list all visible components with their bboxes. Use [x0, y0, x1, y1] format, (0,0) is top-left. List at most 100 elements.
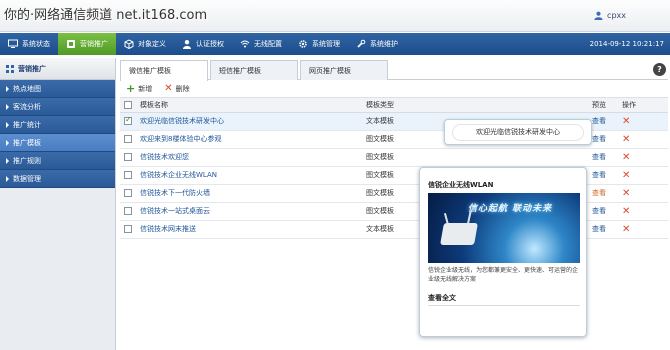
delete-button[interactable]: ✕ 删除 [164, 82, 189, 94]
select-all-cell[interactable] [120, 98, 136, 113]
datetime: 2014-09-12 10:21:17 [589, 40, 664, 48]
router-graphic [440, 223, 478, 245]
column-header-name: 模板名称 [136, 98, 362, 113]
nav-item-marketing[interactable]: 营销推广 [58, 33, 116, 55]
tab-bar: 微信推广模板 短信推广模板 网页推广模板 ? [120, 60, 668, 81]
nav-item-object-definition[interactable]: 对象定义 [116, 33, 174, 55]
wrench-icon [357, 39, 366, 48]
gear-icon [299, 40, 307, 48]
column-header-type: 模板类型 [362, 98, 588, 113]
nav-label: 系统状态 [22, 40, 50, 48]
delete-row-icon[interactable]: ✕ [622, 116, 630, 127]
tab-web-templates[interactable]: 网页推广模板 [300, 60, 388, 80]
row-checkbox[interactable] [124, 189, 132, 197]
arrow-right-icon [6, 103, 9, 110]
delete-row-icon[interactable]: ✕ [622, 188, 630, 199]
nav-item-system-management[interactable]: 系统管理 [290, 33, 348, 55]
nav-label: 系统管理 [312, 40, 340, 48]
help-icon[interactable]: ? [653, 63, 666, 76]
nav-item-system-status[interactable]: 系统状态 [0, 33, 58, 55]
sidebar-item-traffic-analysis[interactable]: 客流分析 [0, 98, 115, 116]
arrow-right-icon [6, 157, 9, 164]
sidebar-header: 营销推广 [0, 58, 115, 80]
delete-row-icon[interactable]: ✕ [622, 224, 630, 235]
read-more-link[interactable]: 查看全文 [428, 293, 456, 303]
delete-row-icon[interactable]: ✕ [622, 134, 630, 145]
view-link[interactable]: 查看 [592, 153, 606, 161]
username: cpxx [607, 11, 626, 20]
sidebar-item-label: 推广统计 [13, 120, 41, 129]
main-nav: 系统状态 营销推广 对象定义 认证授权 无线配置 系统管理 系统维护 [0, 33, 670, 55]
arrow-right-icon [6, 121, 9, 128]
sidebar-item-promo-rules[interactable]: 推广规则 [0, 152, 115, 170]
sidebar-item-data-management[interactable]: 数据管理 [0, 170, 115, 188]
column-header-preview: 预览 [588, 98, 618, 113]
table-row[interactable]: 信锐技术欢迎您 图文模板 查看 ✕ [120, 148, 668, 167]
row-checkbox[interactable] [124, 207, 132, 215]
close-icon: ✕ [164, 82, 173, 94]
marketing-icon [67, 40, 75, 48]
nav-label: 对象定义 [138, 40, 166, 48]
sidebar: 营销推广 热点地图 客流分析 推广统计 推广模板 推广规则 数据管理 [0, 58, 116, 350]
user-menu[interactable]: cpxx [594, 11, 626, 20]
nav-item-system-maintenance[interactable]: 系统维护 [348, 33, 406, 55]
template-name-link[interactable]: 信锐技术欢迎您 [140, 153, 189, 161]
arrow-right-icon [6, 139, 9, 146]
nav-label: 无线配置 [254, 40, 282, 48]
sidebar-item-label: 推广规则 [13, 156, 41, 165]
nav-item-auth[interactable]: 认证授权 [174, 33, 232, 55]
nav-item-wireless-config[interactable]: 无线配置 [232, 33, 290, 55]
divider [428, 305, 580, 306]
sidebar-item-promo-stats[interactable]: 推广统计 [0, 116, 115, 134]
tab-sms-templates[interactable]: 短信推广模板 [210, 60, 298, 80]
arrow-right-icon [6, 85, 9, 92]
view-link[interactable]: 查看 [592, 189, 606, 197]
tab-wechat-templates[interactable]: 微信推广模板 [120, 60, 208, 81]
nav-label: 系统维护 [370, 40, 398, 48]
monitor-icon [8, 39, 18, 48]
template-name-link[interactable]: 欢迎光临信锐技术研发中心 [140, 117, 224, 125]
sidebar-item-hotspot-map[interactable]: 热点地图 [0, 80, 115, 98]
select-all-checkbox[interactable] [124, 100, 132, 109]
watermark-text: 你的·网络通信频道 net.it168.com [4, 8, 208, 23]
preview-description: 信锐企业级无线，为您都兼更安全、更快速、可运营的企业级无线解决方案 [428, 267, 579, 283]
view-link[interactable]: 查看 [592, 117, 606, 125]
view-link[interactable]: 查看 [592, 171, 606, 179]
plus-icon: + [126, 81, 136, 95]
arrow-right-icon [6, 175, 9, 182]
wireless-icon [240, 40, 250, 48]
row-checkbox[interactable] [124, 171, 132, 179]
template-name-link[interactable]: 信锐技术下一代防火墙 [140, 189, 210, 197]
row-checkbox[interactable] [124, 153, 132, 161]
grid-icon [6, 64, 14, 73]
add-button[interactable]: + 新增 [126, 81, 152, 95]
sidebar-title: 营销推广 [18, 64, 46, 73]
delete-row-icon[interactable]: ✕ [622, 206, 630, 217]
table-header-row: 模板名称 模板类型 预览 操作 [120, 98, 668, 113]
template-name-link[interactable]: 欢迎来到8楼体验中心参观 [140, 135, 221, 143]
sidebar-item-promo-templates[interactable]: 推广模板 [0, 134, 115, 152]
nav-label: 认证授权 [196, 40, 224, 48]
view-link[interactable]: 查看 [592, 135, 606, 143]
text-preview-popup: 欢迎光临信锐技术研发中心 [444, 119, 592, 145]
row-checkbox[interactable] [124, 115, 132, 125]
text-preview-bubble: 欢迎光临信锐技术研发中心 [452, 123, 584, 141]
view-link[interactable]: 查看 [592, 225, 606, 233]
nav-label: 营销推广 [80, 40, 108, 48]
user-icon [594, 11, 603, 20]
row-checkbox[interactable] [124, 135, 132, 143]
view-link[interactable]: 查看 [592, 207, 606, 215]
user-auth-icon [183, 40, 191, 49]
row-checkbox[interactable] [124, 225, 132, 233]
template-name-link[interactable]: 信锐技术网末推送 [140, 225, 196, 233]
preview-banner-image: 信心起航 联动未来 [428, 193, 580, 263]
news-preview-popup: 信锐企业无线WLAN 信心起航 联动未来 信锐企业级无线，为您都兼更安全、更快速… [419, 167, 587, 337]
template-type: 图文模板 [362, 148, 588, 167]
template-name-link[interactable]: 信锐技术一站式桌面云 [140, 207, 210, 215]
sidebar-item-label: 推广模板 [13, 138, 41, 147]
template-name-link[interactable]: 信锐技术企业无线WLAN [140, 171, 217, 179]
sidebar-item-label: 数据管理 [13, 174, 41, 183]
delete-row-icon[interactable]: ✕ [622, 152, 630, 163]
delete-row-icon[interactable]: ✕ [622, 170, 630, 181]
banner-slogan: 信心起航 联动未来 [468, 204, 553, 214]
